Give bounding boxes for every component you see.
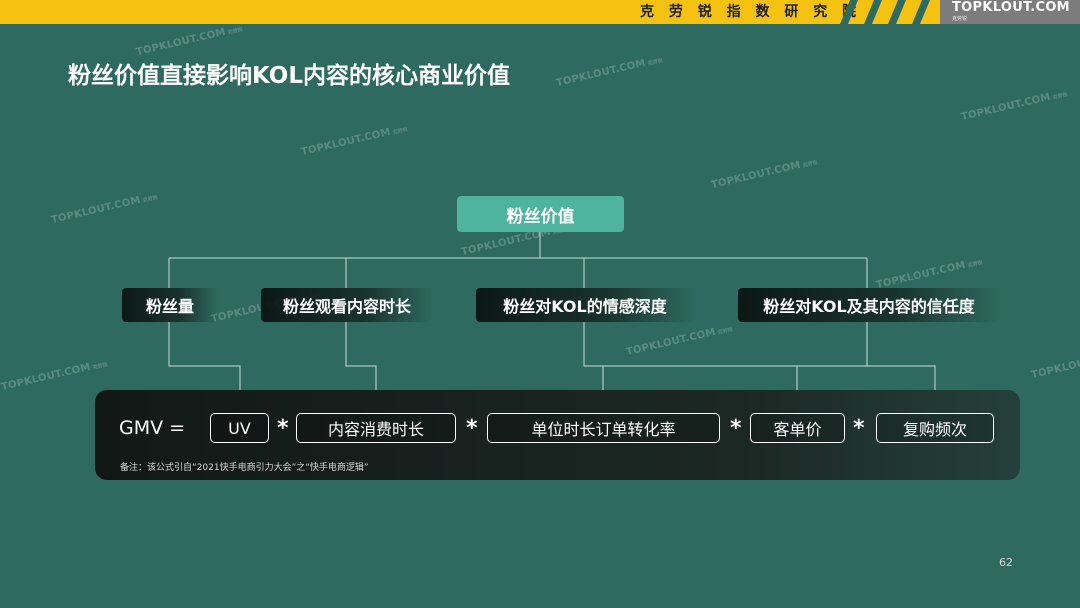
factor-repurchase-frequency: 复购频次 <box>876 413 994 443</box>
node-fan-emotional-depth: 粉丝对KOL的情感深度 <box>476 288 694 322</box>
root-node-fan-value: 粉丝价值 <box>457 196 624 232</box>
factor-uv: UV <box>210 413 269 443</box>
multiply-operator: * <box>466 416 478 441</box>
factor-average-order-value: 客单价 <box>750 413 845 443</box>
node-fan-count: 粉丝量 <box>122 288 218 322</box>
multiply-operator: * <box>730 416 742 441</box>
slide: 克 劳 锐 指 数 研 究 院 TOPKLOUT.COM 克劳锐 粉丝价值直接影… <box>0 0 1080 608</box>
page-number: 62 <box>999 556 1013 569</box>
gmv-label: GMV = <box>119 417 186 439</box>
node-fan-watch-time: 粉丝观看内容时长 <box>261 288 433 322</box>
multiply-operator: * <box>277 416 289 441</box>
factor-content-consumption-time: 内容消费时长 <box>296 413 456 443</box>
multiply-operator: * <box>853 416 865 441</box>
node-fan-trust: 粉丝对KOL及其内容的信任度 <box>738 288 1000 322</box>
formula-note: 备注：该公式引自“2021快手电商引力大会”之“快手电商逻辑” <box>120 463 369 473</box>
factor-conversion-rate: 单位时长订单转化率 <box>487 413 720 443</box>
